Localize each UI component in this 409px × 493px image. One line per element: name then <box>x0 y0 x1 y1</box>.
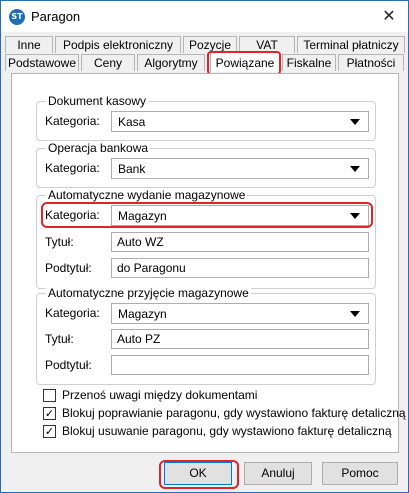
tab-podstawowe[interactable]: Podstawowe <box>5 54 79 71</box>
kategoria-bank-select[interactable]: Bank <box>111 158 369 179</box>
checkmark-icon[interactable]: ✓ <box>43 407 56 420</box>
help-button[interactable]: Pomoc <box>322 462 398 485</box>
tab-podpis-elektroniczny[interactable]: Podpis elektroniczny <box>55 36 181 53</box>
group-title-dokument-kasowy: Dokument kasowy <box>46 94 149 108</box>
title-bar: ST Paragon ✕ <box>1 1 408 32</box>
podtytul-label: Podtytuł: <box>45 261 92 275</box>
kategoria-row-highlight <box>41 202 373 228</box>
group-przyjecie-magazynowe: Automatyczne przyjęcie magazynowe Katego… <box>36 286 376 385</box>
kategoria-kasa-value: Kasa <box>118 115 146 129</box>
tab-fiskalne[interactable]: Fiskalne <box>282 54 336 71</box>
tab-inne[interactable]: Inne <box>5 36 53 53</box>
checkbox-box[interactable] <box>43 389 56 402</box>
kategoria-label: Kategoria: <box>45 114 100 128</box>
kategoria-magazyn-pz-select[interactable]: Magazyn <box>111 303 369 324</box>
tytul-wz-input[interactable] <box>111 232 369 252</box>
podtytul-label: Podtytuł: <box>45 358 92 372</box>
tab-algorytmy[interactable]: Algorytmy <box>137 54 205 71</box>
ok-button[interactable]: OK <box>164 462 232 485</box>
app-logo-icon: ST <box>9 9 25 25</box>
checkbox-label: Blokuj poprawianie paragonu, gdy wystawi… <box>62 406 406 420</box>
tab-panel-powiazane: Dokument kasowy Kategoria: Kasa Operacja… <box>11 73 406 453</box>
tab-platnosci[interactable]: Płatności <box>338 54 404 71</box>
group-dokument-kasowy: Dokument kasowy Kategoria: Kasa <box>36 94 376 141</box>
group-operacja-bankowa: Operacja bankowa Kategoria: Bank <box>36 141 376 188</box>
group-title-operacja-bankowa: Operacja bankowa <box>46 141 151 155</box>
kategoria-label: Kategoria: <box>45 161 100 175</box>
podtytul-wz-input[interactable] <box>111 258 369 278</box>
tab-terminal-platniczy[interactable]: Terminal płatniczy <box>297 36 405 53</box>
chevron-down-icon <box>350 311 360 317</box>
group-title-przyjecie: Automatyczne przyjęcie magazynowe <box>46 286 251 300</box>
window-title: Paragon <box>31 9 81 24</box>
checkbox-label: Przenoś uwagi między dokumentami <box>62 388 258 402</box>
paragon-dialog: ST Paragon ✕ Inne Podpis elektroniczny P… <box>0 0 409 493</box>
kategoria-label: Kategoria: <box>45 306 100 320</box>
tytul-label: Tytuł: <box>45 332 74 346</box>
active-tab-highlight <box>207 51 281 75</box>
kategoria-bank-value: Bank <box>118 162 146 176</box>
checkbox-label: Blokuj usuwanie paragonu, gdy wystawiono… <box>62 424 392 438</box>
chevron-down-icon <box>350 119 360 125</box>
kategoria-magazyn-pz-value: Magazyn <box>118 307 167 321</box>
chevron-down-icon <box>350 166 360 172</box>
tytul-label: Tytuł: <box>45 235 74 249</box>
close-icon[interactable]: ✕ <box>376 5 402 27</box>
cancel-button[interactable]: Anuluj <box>244 462 312 485</box>
podtytul-pz-input[interactable] <box>111 355 369 375</box>
tytul-pz-input[interactable] <box>111 329 369 349</box>
kategoria-kasa-select[interactable]: Kasa <box>111 111 369 132</box>
group-title-wydanie: Automatyczne wydanie magazynowe <box>46 188 248 202</box>
tab-ceny[interactable]: Ceny <box>81 54 135 71</box>
checkmark-icon[interactable]: ✓ <box>43 425 56 438</box>
